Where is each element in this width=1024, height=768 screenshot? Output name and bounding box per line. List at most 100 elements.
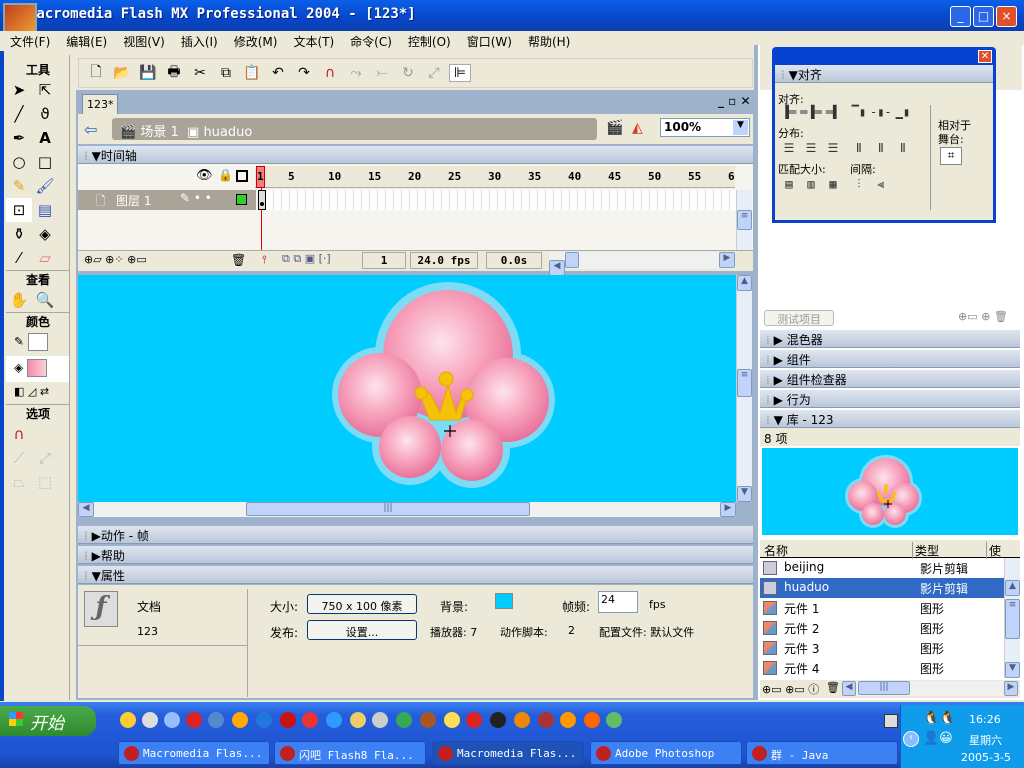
menu-commands[interactable]: 命令(C): [340, 31, 398, 51]
excel-icon[interactable]: [396, 712, 412, 728]
snap-icon[interactable]: ∩: [319, 65, 341, 81]
to-stage-button[interactable]: ⌗: [940, 147, 962, 165]
quicklaunch-icon[interactable]: [232, 712, 248, 728]
trash-icon[interactable]: 🗑: [231, 253, 246, 267]
taskbar-button-photoshop[interactable]: Adobe Photoshop: [590, 741, 742, 765]
lasso-tool-icon[interactable]: ϑ: [32, 102, 58, 126]
taskbar-button-flash-2[interactable]: Macromedia Flas...: [432, 741, 584, 765]
column-name[interactable]: 名称: [764, 542, 788, 559]
quicklaunch-icon[interactable]: [606, 712, 622, 728]
breadcrumb-scene[interactable]: 场景 1: [140, 125, 178, 140]
eye-icon[interactable]: 👁: [196, 168, 213, 183]
smooth-icon[interactable]: ⤳: [345, 65, 367, 81]
flash-icon[interactable]: [280, 712, 296, 728]
frame-rate-input[interactable]: 24: [598, 591, 638, 613]
brush-tool-icon[interactable]: 🖌: [32, 174, 58, 198]
add-layer-icons[interactable]: ⊕▱ ⊕⁘ ⊕▭: [84, 253, 147, 266]
quicklaunch-icon[interactable]: [186, 712, 202, 728]
layer-name[interactable]: 图层 1: [116, 194, 151, 208]
stroke-color[interactable]: ✎: [6, 330, 69, 356]
quicklaunch-icon[interactable]: [560, 712, 576, 728]
oval-tool-icon[interactable]: ○: [6, 150, 32, 174]
help-panel-header[interactable]: ▶帮助: [78, 546, 753, 564]
zoom-tool-icon[interactable]: 🔍: [32, 288, 58, 312]
arrow-tool-icon[interactable]: ➤: [6, 78, 32, 102]
quicklaunch-icon[interactable]: [372, 712, 388, 728]
align-buttons[interactable]: ▐═ ═▐═ ═▌ ▔▮ -▮- ▁▮: [778, 105, 914, 119]
components-header[interactable]: ▶ 组件: [760, 350, 1020, 368]
keyboard-icon[interactable]: [884, 714, 898, 728]
align-panel-header[interactable]: ▼对齐: [775, 65, 993, 83]
pen-tool-icon[interactable]: ✒: [6, 126, 32, 150]
quicklaunch-icon[interactable]: [538, 712, 554, 728]
paste-icon[interactable]: 📋: [241, 65, 263, 81]
library-item-symbol-2[interactable]: 元件 2 图形: [760, 618, 1004, 638]
winrar-icon[interactable]: [420, 712, 436, 728]
quicklaunch-icon[interactable]: [584, 712, 600, 728]
cut-icon[interactable]: ✂: [189, 65, 211, 81]
tray-icons[interactable]: 👤😀: [923, 731, 953, 746]
pencil-tool-icon[interactable]: ✎: [6, 174, 32, 198]
stage[interactable]: [78, 275, 736, 502]
menu-view[interactable]: 视图(V): [113, 31, 171, 51]
distribute-buttons[interactable]: ☰ ☰ ☰ ǁǁǁ: [778, 141, 914, 155]
outline-icon[interactable]: [236, 170, 248, 182]
layer-row[interactable]: 🗋 图层 1 ✎ • •: [78, 190, 256, 210]
component-inspector-header[interactable]: ▶ 组件检查器: [760, 370, 1020, 388]
quicklaunch-icon[interactable]: [444, 712, 460, 728]
color-mixer-header[interactable]: ▶ 混色器: [760, 330, 1020, 348]
stage-vscrollbar[interactable]: ▲ ≡ ▼: [736, 275, 752, 502]
fill-color[interactable]: ◈: [6, 356, 69, 382]
save-icon[interactable]: 💾: [137, 65, 159, 81]
timeline-vscrollbar[interactable]: ≡: [736, 190, 752, 250]
fill-transform-tool-icon[interactable]: ▤: [32, 198, 58, 222]
layer-frames[interactable]: [258, 190, 736, 210]
timeline-hscrollbar[interactable]: ◀ ▶: [549, 252, 735, 276]
behaviors-header[interactable]: ▶ 行为: [760, 390, 1020, 408]
project-action-icons[interactable]: ⊕▭ ⊕ 🗑: [958, 310, 1008, 323]
properties-panel-header[interactable]: ▼属性: [78, 566, 753, 584]
ink-bottle-tool-icon[interactable]: ⚱: [6, 222, 32, 246]
size-button[interactable]: 750 x 100 像素: [307, 594, 417, 614]
eraser-tool-icon[interactable]: ▱: [32, 246, 58, 270]
lock-icon[interactable]: 🔒: [218, 168, 233, 182]
distort-option-icon[interactable]: ⏢: [6, 470, 32, 494]
back-arrow-icon[interactable]: ⇦: [84, 120, 97, 139]
maximize-button[interactable]: □: [973, 6, 994, 27]
settings-button[interactable]: 设置...: [307, 620, 417, 640]
quicklaunch-icon[interactable]: [302, 712, 318, 728]
scale-option-icon[interactable]: ⤢: [32, 446, 58, 470]
tray-expand-icon[interactable]: ‹: [903, 731, 919, 747]
rotate-icon[interactable]: ↻: [397, 65, 419, 81]
menu-control[interactable]: 控制(O): [398, 31, 457, 51]
flower-graphic[interactable]: [78, 275, 736, 502]
clock-time[interactable]: 16:26: [969, 713, 1001, 726]
menu-text[interactable]: 文本(T): [283, 31, 340, 51]
taskbar-button-flash-1[interactable]: Macromedia Flas...: [118, 741, 270, 765]
new-file-icon[interactable]: 🗋: [85, 61, 107, 85]
timeline-header[interactable]: ▼时间轴: [78, 146, 753, 164]
zoom-select[interactable]: 100% ▼: [660, 118, 750, 137]
align-close-icon[interactable]: ✕: [978, 50, 992, 63]
library-header[interactable]: ▼ 库 - 123: [760, 410, 1020, 428]
quicklaunch-icon[interactable]: [466, 712, 482, 728]
menu-edit[interactable]: 编辑(E): [56, 31, 113, 51]
snap-magnet-icon[interactable]: ∩: [6, 422, 32, 446]
print-icon[interactable]: 🖶: [163, 61, 185, 85]
library-vscrollbar[interactable]: ▲ ≡ ▼: [1004, 558, 1020, 678]
quicklaunch-icon[interactable]: [208, 712, 224, 728]
match-spacing-buttons[interactable]: ▤ ▥ ▦ ⫶ ⫷: [778, 177, 892, 192]
library-hscrollbar[interactable]: ◀ ||| ▶: [842, 681, 1018, 696]
test-project-button[interactable]: 测试项目: [764, 310, 834, 326]
document-window-controls[interactable]: _ ▫ ✕: [718, 94, 751, 108]
new-symbol-folder-icons[interactable]: ⊕▭ ⊕▭ ⓘ: [762, 681, 819, 697]
ie-icon[interactable]: [256, 712, 272, 728]
hand-tool-icon[interactable]: ✋: [6, 288, 32, 312]
menu-window[interactable]: 窗口(W): [457, 31, 518, 51]
scale-icon[interactable]: ⤢: [423, 65, 445, 81]
quicklaunch-icon[interactable]: [326, 712, 342, 728]
line-tool-icon[interactable]: ╱: [6, 102, 32, 126]
taskbar-button-flash8[interactable]: 闪吧 Flash8 Fla...: [274, 741, 426, 765]
straighten-icon[interactable]: ⤚: [371, 65, 393, 81]
edit-scene-icon[interactable]: 🎬: [606, 120, 623, 136]
